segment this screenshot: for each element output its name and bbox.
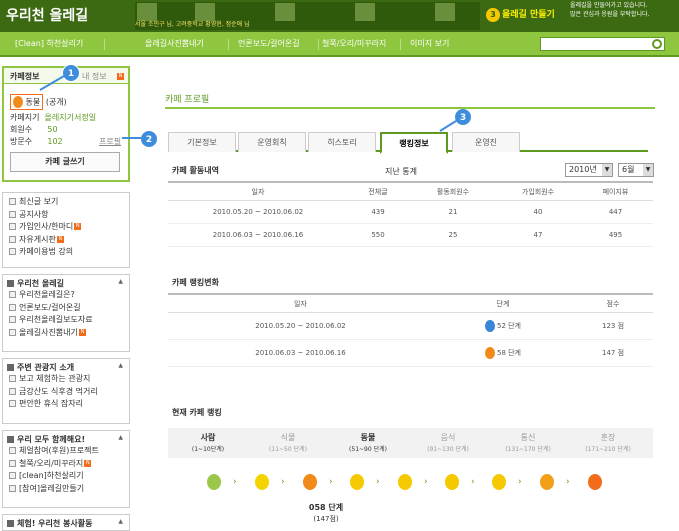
table-header: 일자 전체글 활동회원수 가입회원수 페이지뷰 xyxy=(168,181,653,201)
tab-ranking[interactable]: 랭킹정보 xyxy=(380,132,448,154)
page-title: 카페 프로필 xyxy=(165,95,210,105)
col-header: 활동회원수 xyxy=(436,187,470,196)
table-row: 2010.05.20 ~ 2010.06.02 439 21 40 447 xyxy=(168,201,653,224)
tab-rules[interactable]: 운영회칙 xyxy=(238,132,306,152)
rank-level: 훈장 (171~210 단계) xyxy=(585,433,631,453)
current-rank-title: 현재 카페 랭킹 xyxy=(172,408,222,417)
current-stage: 058 단계 xyxy=(308,503,344,512)
rank-egg-icon xyxy=(445,474,459,490)
current-rank-score: (147점) xyxy=(313,515,339,523)
chevron-right-icon: › xyxy=(566,477,570,487)
rank-level: 음식 (91~130 단계) xyxy=(427,433,469,453)
chevron-down-icon: ▼ xyxy=(643,164,653,176)
profile-tabs: 기본정보 운영회칙 히스토리 랭킹정보 운영진 xyxy=(168,132,648,154)
chevron-right-icon: › xyxy=(518,477,522,487)
col-header: 일자 xyxy=(294,299,307,308)
rank-egg-icon xyxy=(588,474,602,490)
activity-table: 일자 전체글 활동회원수 가입회원수 페이지뷰 2010.05.20 ~ 201… xyxy=(168,181,653,247)
rank-egg-icon xyxy=(398,474,412,490)
col-header: 점수 xyxy=(606,299,620,308)
month-select[interactable]: 6월 ▼ xyxy=(618,163,654,177)
rank-egg-icon xyxy=(540,474,554,490)
tab-history[interactable]: 히스토리 xyxy=(308,132,376,152)
rank-level: 사람 (1~10단계) xyxy=(191,433,225,453)
table-header: 일자 단계 점수 xyxy=(168,293,653,313)
animal-level-icon xyxy=(484,347,495,359)
ranking-change-title: 카페 랭킹변화 xyxy=(172,278,219,287)
chevron-right-icon: › xyxy=(329,477,333,487)
chevron-down-icon: ▼ xyxy=(602,164,612,176)
plant-level-icon xyxy=(484,320,495,332)
tab-basic[interactable]: 기본정보 xyxy=(168,132,236,152)
rank-egg-icon xyxy=(303,474,317,490)
rank-egg-icon xyxy=(207,474,221,490)
col-header: 가입회원수 xyxy=(521,187,555,196)
rank-levels-bar: 사람 (1~10단계) 식물 (11~50 단계) 동물 (51~90 단계) 음식(… xyxy=(168,428,653,458)
chevron-right-icon: › xyxy=(376,477,380,487)
rank-level: 통신 (131~170 단계) xyxy=(505,433,551,453)
rank-level: 식물 (11~50 단계) xyxy=(269,433,307,453)
chevron-right-icon: › xyxy=(424,477,428,487)
col-header: 페이지뷰 xyxy=(602,187,629,196)
period-label: 지난 통계 xyxy=(385,167,417,176)
chevron-right-icon: › xyxy=(471,477,475,487)
chevron-right-icon: › xyxy=(233,477,237,487)
table-row: 2010.06.03 ~ 2010.06.16 58 단계 147 점 xyxy=(168,340,653,367)
title-divider xyxy=(165,107,655,109)
table-row: 2010.05.20 ~ 2010.06.02 52 단계 123 점 xyxy=(168,313,653,340)
table-row: 2010.06.03 ~ 2010.06.16 550 25 47 495 xyxy=(168,224,653,247)
col-header: 전체글 xyxy=(368,187,388,196)
col-header: 단계 xyxy=(496,299,510,308)
tab-staff[interactable]: 운영진 xyxy=(452,132,520,152)
year-select[interactable]: 2010년 ▼ xyxy=(565,163,613,177)
rank-egg-icon xyxy=(255,474,269,490)
ranking-change-table: 일자 단계 점수 2010.05.20 ~ 2010.06.02 52 단계 1… xyxy=(168,293,653,367)
col-header: 일자 xyxy=(251,187,265,196)
rank-level-current: 동물 (51~90 단계) xyxy=(349,433,387,453)
rank-egg-icon xyxy=(350,474,364,490)
rank-egg-icon xyxy=(492,474,506,490)
chevron-right-icon: › xyxy=(281,477,285,487)
activity-title: 카페 활동내역 xyxy=(172,166,219,175)
